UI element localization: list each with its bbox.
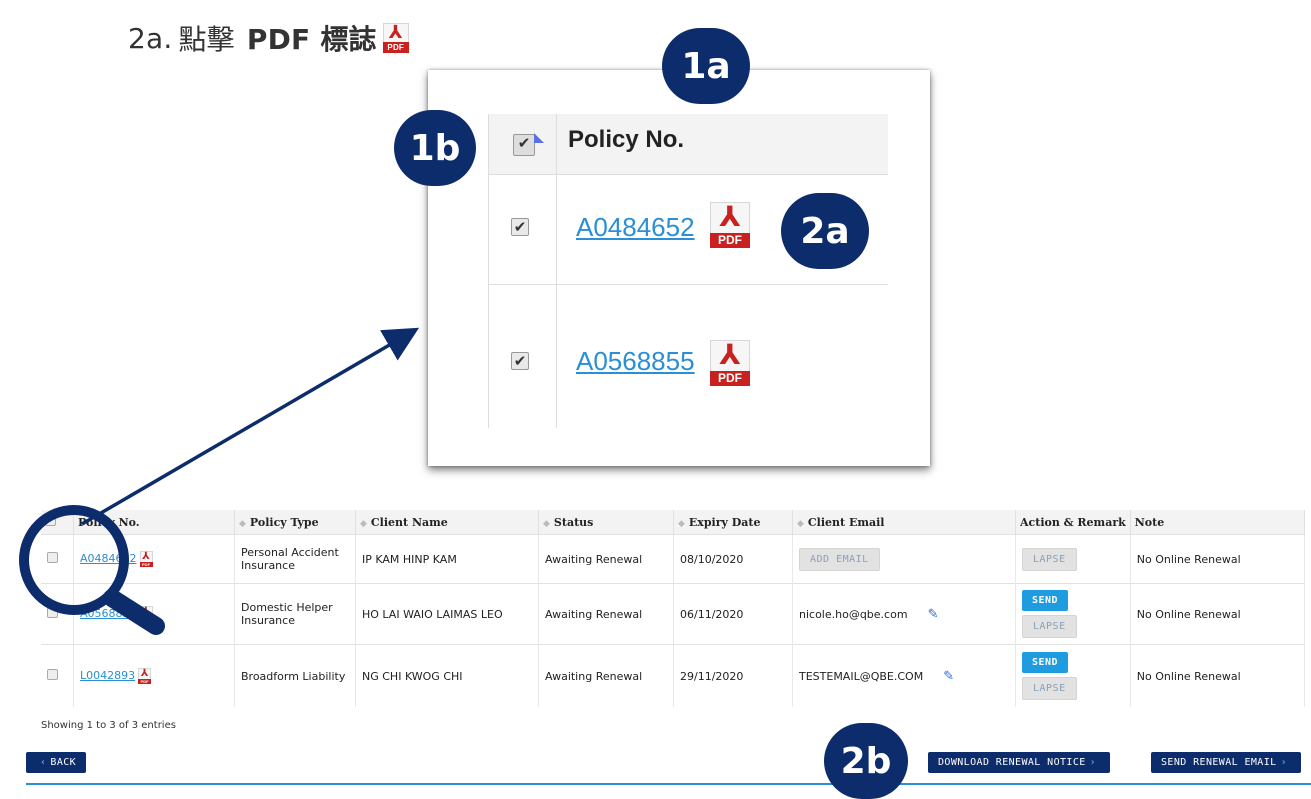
lapse-button[interactable]: LAPSE xyxy=(1022,677,1077,700)
policy-link[interactable]: A0484652 xyxy=(80,552,137,565)
policy-type-cell: Domestic Helper Insurance xyxy=(234,583,356,645)
expiry-cell: 06/11/2020 xyxy=(673,583,793,645)
expiry-cell: 29/11/2020 xyxy=(673,644,793,707)
lapse-button[interactable]: LAPSE xyxy=(1022,615,1077,638)
zoom-select-all-checkbox[interactable]: ✔ xyxy=(513,133,544,156)
policy-table: Policy No. ◆ Policy Type ◆ Client Name ◆ St… xyxy=(41,510,1306,707)
zoom-policy-link[interactable]: A0568855 xyxy=(576,346,695,377)
row-checkbox[interactable] xyxy=(47,669,58,680)
step-badge-2a: 2a xyxy=(781,193,869,269)
pdf-icon[interactable]: ⅄ PDF xyxy=(139,606,153,622)
select-all-checkbox[interactable] xyxy=(45,515,56,526)
pdf-icon[interactable]: ⅄ PDF xyxy=(138,668,152,684)
note-cell: No Online Renewal xyxy=(1130,583,1306,645)
pdf-icon[interactable]: ⅄ PDF xyxy=(710,202,750,248)
step-badge-1a: 1a xyxy=(662,28,750,104)
select-all-header[interactable] xyxy=(41,510,74,535)
col-policy-no[interactable]: Policy No. xyxy=(73,510,235,535)
status-cell: Awaiting Renewal xyxy=(538,534,674,584)
note-cell: No Online Renewal xyxy=(1130,644,1306,707)
zoom-row-checkbox[interactable]: ✔ xyxy=(511,218,529,236)
instruction-heading: 2a. 點擊 PDF 標誌 ⅄ PDF xyxy=(128,18,409,58)
send-renewal-email-button[interactable]: SEND RENEWAL EMAIL › xyxy=(1151,752,1301,773)
send-button[interactable]: SEND xyxy=(1022,652,1069,673)
col-client-name[interactable]: ◆ Client Name xyxy=(355,510,539,535)
send-button[interactable]: SEND xyxy=(1022,590,1069,611)
col-client-email[interactable]: ◆ Client Email xyxy=(792,510,1016,535)
table-row: A0484652 ⅄ PDF Personal Accident Insurance… xyxy=(41,534,1306,584)
email-value: nicole.ho@qbe.com xyxy=(799,607,908,621)
chevron-right-icon: › xyxy=(1089,757,1097,768)
col-action-remark: Action & Remark xyxy=(1015,510,1131,535)
edit-icon[interactable]: ✎ xyxy=(943,669,954,684)
zoom-policy-header: Policy No. xyxy=(568,126,685,153)
step-badge-2b: 2b xyxy=(824,723,908,799)
zoom-callout: ✔ Policy No. ✔ A0484652 ⅄ PDF ✔ A0568855 … xyxy=(428,70,930,466)
client-name-cell: NG CHI KWOG CHI xyxy=(355,644,539,707)
pdf-icon: ⅄ PDF xyxy=(382,23,409,53)
policy-link[interactable]: A0568855 xyxy=(80,607,137,620)
note-cell: No Online Renewal xyxy=(1130,534,1306,584)
zoom-header-row xyxy=(488,114,888,175)
client-name-cell: IP KAM HINP KAM xyxy=(355,534,539,584)
table-header-row: Policy No. ◆ Policy Type ◆ Client Name ◆ St… xyxy=(41,510,1306,535)
status-cell: Awaiting Renewal xyxy=(538,583,674,645)
download-renewal-notice-button[interactable]: DOWNLOAD RENEWAL NOTICE › xyxy=(928,752,1111,773)
expiry-cell: 08/10/2020 xyxy=(673,534,793,584)
policy-type-cell: Personal Accident Insurance xyxy=(234,534,356,584)
pdf-icon[interactable]: ⅄ PDF xyxy=(139,551,153,567)
col-policy-type[interactable]: ◆ Policy Type xyxy=(234,510,356,535)
back-button[interactable]: ‹ BACK xyxy=(26,752,87,773)
col-status[interactable]: ◆ Status xyxy=(538,510,674,535)
callout-arrow xyxy=(81,327,420,526)
pdf-icon[interactable]: ⅄ PDF xyxy=(710,340,750,386)
chevron-right-icon: › xyxy=(1280,757,1287,768)
row-checkbox[interactable] xyxy=(47,607,58,618)
add-email-button[interactable]: ADD EMAIL xyxy=(799,547,880,571)
col-note: Note xyxy=(1130,510,1306,535)
policy-type-cell: Broadform Liability xyxy=(234,644,356,707)
instruction-text: 點擊 xyxy=(178,23,235,56)
action-bar: ‹ BACK DOWNLOAD RENEWAL NOTICE › SEND RENE… xyxy=(26,752,1311,774)
col-expiry-date[interactable]: ◆ Expiry Date xyxy=(673,510,793,535)
row-checkbox[interactable] xyxy=(47,552,58,563)
policy-link[interactable]: L0042893 xyxy=(80,669,135,682)
edit-icon[interactable]: ✎ xyxy=(928,607,939,622)
table-info: Showing 1 to 3 of 3 entries xyxy=(41,720,176,731)
step-number: 2a. xyxy=(128,21,173,55)
instruction-keyword: PDF 標誌 xyxy=(246,23,377,56)
divider xyxy=(26,783,1311,785)
step-badge-1b: 1b xyxy=(394,110,476,186)
zoom-policy-link[interactable]: A0484652 xyxy=(576,212,695,243)
table-row: L0042893 ⅄ PDF Broadform Liability NG CHI … xyxy=(41,644,1306,707)
chevron-left-icon: ‹ xyxy=(40,757,47,768)
client-name-cell: HO LAI WAIO LAIMAS LEO xyxy=(355,583,539,645)
lapse-button[interactable]: LAPSE xyxy=(1022,547,1077,571)
status-cell: Awaiting Renewal xyxy=(538,644,674,707)
zoom-row-checkbox[interactable]: ✔ xyxy=(511,352,529,370)
email-value: TESTEMAIL@QBE.COM xyxy=(799,669,924,683)
table-row: A0568855 ⅄ PDF Domestic Helper Insurance H… xyxy=(41,583,1306,645)
